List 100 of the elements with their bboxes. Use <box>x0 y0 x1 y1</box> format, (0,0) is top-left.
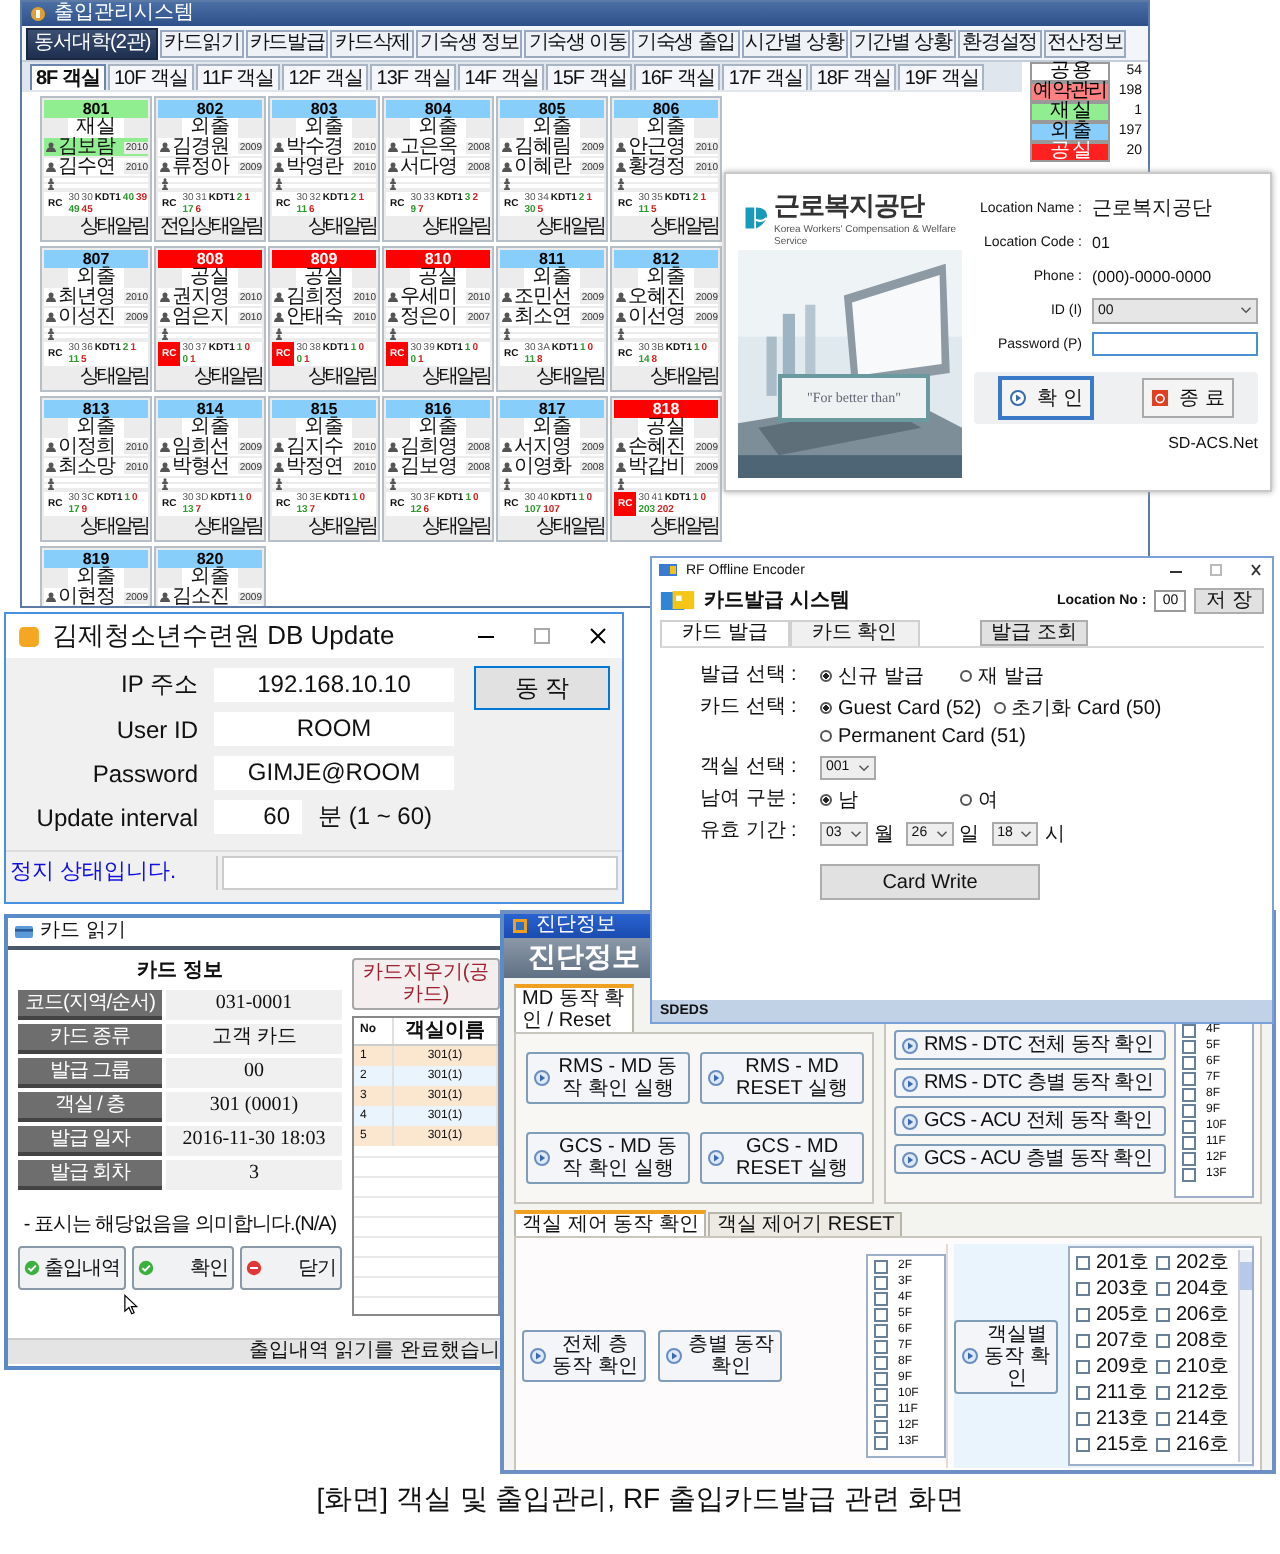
card-write-button[interactable]: Card Write <box>820 864 1040 900</box>
status-link[interactable]: 상태알림 <box>536 366 604 388</box>
action-button[interactable]: 확인 <box>132 1246 234 1290</box>
status-link[interactable]: 상태알림 <box>308 366 376 388</box>
erase-card-button[interactable]: 카드지우기(공카드) <box>352 958 500 1010</box>
checkbox[interactable] <box>1156 1438 1170 1452</box>
status-link[interactable]: 상태알림 <box>650 516 718 538</box>
checkbox[interactable] <box>1182 1039 1196 1053</box>
tab[interactable]: 객실 제어 동작 확인 <box>514 1210 707 1236</box>
status-link[interactable]: 상태알림 <box>80 516 148 538</box>
action-button[interactable]: 층별 동작 확인 <box>658 1330 782 1382</box>
action-button[interactable]: 출입내역 <box>18 1246 126 1290</box>
toolbar-button[interactable]: 환경설정 <box>958 29 1042 57</box>
checkbox[interactable] <box>874 1403 888 1417</box>
status-link[interactable]: 상태알림 <box>80 216 148 238</box>
radio-button[interactable] <box>820 730 832 742</box>
tab[interactable]: 카드 발급 <box>660 620 790 646</box>
action-button[interactable]: RMS - MD RESET 실행 <box>699 1052 863 1104</box>
checkbox[interactable] <box>1076 1282 1090 1296</box>
checkbox[interactable] <box>1076 1308 1090 1322</box>
toolbar-button[interactable]: 기숙생 정보 <box>416 29 523 57</box>
tab[interactable]: 객실 제어기 RESET <box>708 1212 903 1236</box>
status-link[interactable]: 상태알림 <box>650 366 718 388</box>
status-link[interactable]: 상태알림 <box>422 366 490 388</box>
radio-button[interactable] <box>820 670 832 682</box>
save-button[interactable]: 저 장 <box>1194 587 1264 613</box>
checkbox[interactable] <box>1076 1438 1090 1452</box>
checkbox[interactable] <box>1156 1282 1170 1296</box>
close-icon[interactable] <box>586 624 610 648</box>
close-icon[interactable] <box>1246 562 1266 578</box>
status-link[interactable]: 상태알림 <box>650 216 718 238</box>
action-button[interactable]: GCS - ACU 전체 동작 확인 <box>894 1106 1166 1136</box>
action-button[interactable]: GCS - MD 동작 확인 실행 <box>525 1132 689 1184</box>
checkbox[interactable] <box>1076 1334 1090 1348</box>
floor-tab[interactable]: 12F 객실 <box>282 64 369 90</box>
checkbox[interactable] <box>1182 1103 1196 1117</box>
status-link[interactable]: 상태알림 <box>80 366 148 388</box>
tab[interactable]: 카드 확인 <box>789 620 920 646</box>
toolbar-button[interactable]: 카드읽기 <box>160 29 244 57</box>
floor-tab[interactable]: 16F 객실 <box>634 64 721 90</box>
toolbar-button[interactable]: 기숙생 이동 <box>524 29 631 57</box>
action-button[interactable]: 종 료 <box>1141 378 1235 418</box>
checkbox[interactable] <box>1156 1308 1170 1322</box>
checkbox[interactable] <box>1182 1151 1196 1165</box>
input-field[interactable]: ROOM <box>214 712 454 746</box>
toolbar-button[interactable]: 카드발급 <box>245 29 329 57</box>
checkbox[interactable] <box>1182 1071 1196 1085</box>
run-button[interactable]: 동 작 <box>474 666 610 710</box>
status-link[interactable]: 상태알림 <box>194 216 262 238</box>
toolbar-button[interactable]: 기숙생 출입 <box>632 29 740 57</box>
checkbox[interactable] <box>1182 1135 1196 1149</box>
action-button[interactable]: GCS - MD RESET 실행 <box>699 1132 863 1184</box>
input-field[interactable]: GIMJE@ROOM <box>214 756 454 790</box>
radio-button[interactable] <box>820 794 832 806</box>
status-link[interactable]: 상태알림 <box>308 516 376 538</box>
status-link[interactable]: 상태알림 <box>194 366 262 388</box>
status-link[interactable]: 상태알림 <box>308 216 376 238</box>
radio-button[interactable] <box>960 670 972 682</box>
action-button[interactable]: 닫기 <box>240 1246 342 1290</box>
checkbox[interactable] <box>1156 1386 1170 1400</box>
radio-button[interactable] <box>993 702 1006 714</box>
radio-button[interactable] <box>960 794 972 806</box>
checkbox[interactable] <box>1182 1167 1196 1181</box>
floor-tab[interactable]: 10F 객실 <box>107 64 194 90</box>
action-button[interactable]: 확 인 <box>997 376 1095 420</box>
checkbox[interactable] <box>874 1387 888 1401</box>
action-button[interactable]: 객실별 동작 확인 <box>954 1319 1058 1393</box>
status-link[interactable]: 상태알림 <box>422 216 490 238</box>
floor-tab[interactable]: 14F 객실 <box>458 64 545 90</box>
toolbar-button[interactable]: 전산정보 <box>1043 29 1127 57</box>
checkbox[interactable] <box>1076 1412 1090 1426</box>
input-field[interactable]: 60 <box>214 800 302 834</box>
toolbar-button[interactable]: 기간별 상황 <box>849 29 956 57</box>
floor-tab[interactable]: 8F 객실 <box>30 64 106 90</box>
floor-tab[interactable]: 19F 객실 <box>898 64 985 90</box>
checkbox[interactable] <box>1156 1256 1170 1270</box>
status-link[interactable]: 상태알림 <box>536 516 604 538</box>
checkbox[interactable] <box>874 1291 888 1305</box>
checkbox[interactable] <box>874 1339 888 1353</box>
checkbox[interactable] <box>1156 1412 1170 1426</box>
status-link[interactable]: 상태알림 <box>536 216 604 238</box>
status-link[interactable]: 상태알림 <box>194 516 262 538</box>
floor-tab[interactable]: 13F 객실 <box>370 64 457 90</box>
checkbox[interactable] <box>874 1371 888 1385</box>
checkbox[interactable] <box>1076 1256 1090 1270</box>
query-button[interactable]: 발급 조회 <box>979 619 1089 645</box>
checkbox[interactable] <box>1182 1087 1196 1101</box>
action-button[interactable]: GCS - ACU 층별 동작 확인 <box>894 1144 1166 1174</box>
checkbox[interactable] <box>874 1275 888 1289</box>
toolbar-button[interactable]: 카드삭제 <box>330 29 415 57</box>
floor-tab[interactable]: 17F 객실 <box>722 64 809 90</box>
tab[interactable]: MD 동작 확인 / Reset <box>514 984 634 1032</box>
checkbox[interactable] <box>874 1435 888 1449</box>
checkbox[interactable] <box>1182 1055 1196 1069</box>
checkbox[interactable] <box>874 1323 888 1337</box>
floor-tab[interactable]: 11F 객실 <box>195 64 281 90</box>
checkbox[interactable] <box>874 1259 888 1273</box>
toolbar-button[interactable]: 시간별 상황 <box>741 29 848 57</box>
checkbox[interactable] <box>1156 1334 1170 1348</box>
checkbox[interactable] <box>874 1419 888 1433</box>
